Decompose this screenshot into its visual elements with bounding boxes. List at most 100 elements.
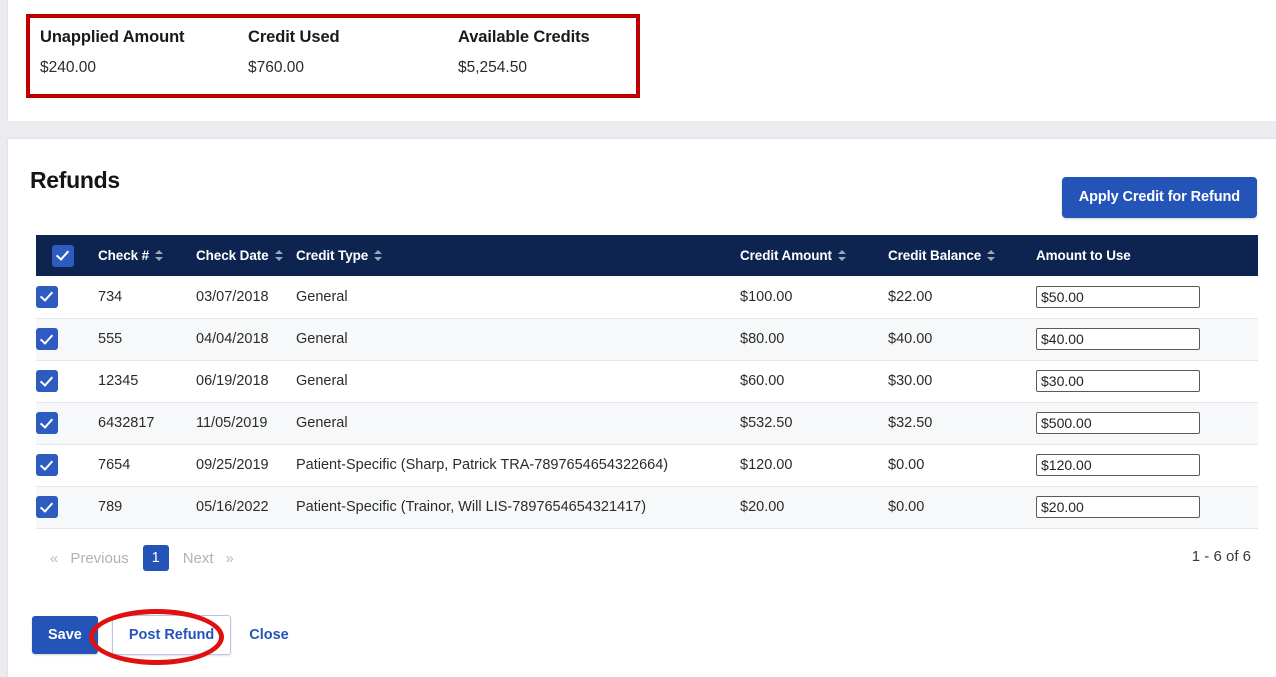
summary-value-credit-used: $760.00	[248, 58, 458, 77]
cell-amount-to-use[interactable]	[1036, 486, 1258, 528]
cell-check-number: 6432817	[98, 402, 196, 444]
row-select-checkbox[interactable]	[36, 370, 58, 392]
row-select-checkbox[interactable]	[36, 328, 58, 350]
page-title: Refunds	[30, 167, 120, 194]
cell-amount-to-use[interactable]	[1036, 276, 1258, 318]
cell-credit-balance: $22.00	[888, 276, 1036, 318]
sort-icon[interactable]	[987, 249, 995, 262]
cell-check-number: 555	[98, 318, 196, 360]
cell-check-date: 11/05/2019	[196, 402, 296, 444]
table-row: 55504/04/2018General$80.00$40.00	[36, 318, 1258, 360]
amount-to-use-input[interactable]	[1036, 412, 1200, 434]
cell-credit-amount: $20.00	[740, 486, 888, 528]
column-header-check-date[interactable]: Check Date	[196, 235, 296, 276]
column-header-credit-balance[interactable]: Credit Balance	[888, 235, 1036, 276]
cell-credit-type: General	[296, 360, 740, 402]
table-header: Check # Check Date Credit Type	[36, 235, 1258, 276]
cell-credit-type: General	[296, 318, 740, 360]
row-select-cell[interactable]	[36, 402, 98, 444]
summary-label-credit-used: Credit Used	[248, 27, 458, 47]
cell-amount-to-use[interactable]	[1036, 318, 1258, 360]
select-all-checkbox[interactable]	[52, 245, 74, 267]
summary-value-available-credits: $5,254.50	[458, 58, 638, 77]
row-select-cell[interactable]	[36, 318, 98, 360]
column-header-select-all[interactable]	[36, 235, 98, 276]
pagination-previous-button[interactable]: Previous	[64, 550, 134, 567]
cell-credit-type: General	[296, 276, 740, 318]
cell-check-date: 03/07/2018	[196, 276, 296, 318]
sort-icon[interactable]	[374, 249, 382, 262]
cell-check-date: 04/04/2018	[196, 318, 296, 360]
summary-metric-available-credits: Available Credits $5,254.50	[458, 27, 638, 77]
column-header-credit-amount-label: Credit Amount	[740, 248, 832, 263]
close-link[interactable]: Close	[249, 627, 289, 643]
cell-check-date: 05/16/2022	[196, 486, 296, 528]
cell-credit-balance: $30.00	[888, 360, 1036, 402]
summary-label-available-credits: Available Credits	[458, 27, 638, 47]
row-select-cell[interactable]	[36, 486, 98, 528]
refunds-table: Check # Check Date Credit Type	[36, 235, 1258, 529]
cell-amount-to-use[interactable]	[1036, 360, 1258, 402]
column-header-check-date-label: Check Date	[196, 248, 269, 263]
apply-credit-for-refund-button[interactable]: Apply Credit for Refund	[1062, 177, 1257, 218]
summary-value-unapplied-amount: $240.00	[40, 58, 248, 77]
summary-label-unapplied-amount: Unapplied Amount	[40, 27, 248, 47]
amount-to-use-input[interactable]	[1036, 370, 1200, 392]
table-row: 1234506/19/2018General$60.00$30.00	[36, 360, 1258, 402]
row-select-checkbox[interactable]	[36, 496, 58, 518]
save-button[interactable]: Save	[32, 616, 98, 654]
row-select-cell[interactable]	[36, 276, 98, 318]
cell-amount-to-use[interactable]	[1036, 402, 1258, 444]
cell-credit-balance: $0.00	[888, 486, 1036, 528]
cell-check-number: 7654	[98, 444, 196, 486]
amount-to-use-input[interactable]	[1036, 454, 1200, 476]
row-select-checkbox[interactable]	[36, 412, 58, 434]
cell-check-date: 06/19/2018	[196, 360, 296, 402]
cell-credit-type: Patient-Specific (Trainor, Will LIS-7897…	[296, 486, 740, 528]
pagination-next-button[interactable]: Next	[177, 550, 220, 567]
row-select-checkbox[interactable]	[36, 286, 58, 308]
column-header-credit-type-label: Credit Type	[296, 248, 368, 263]
row-select-checkbox[interactable]	[36, 454, 58, 476]
cell-credit-balance: $0.00	[888, 444, 1036, 486]
cell-check-number: 12345	[98, 360, 196, 402]
column-header-check-number[interactable]: Check #	[98, 235, 196, 276]
table-row: 643281711/05/2019General$532.50$32.50	[36, 402, 1258, 444]
cell-credit-amount: $120.00	[740, 444, 888, 486]
table-row: 78905/16/2022Patient-Specific (Trainor, …	[36, 486, 1258, 528]
summary-metric-credit-used: Credit Used $760.00	[248, 27, 458, 77]
cell-credit-amount: $532.50	[740, 402, 888, 444]
cell-credit-balance: $40.00	[888, 318, 1036, 360]
row-select-cell[interactable]	[36, 360, 98, 402]
summary-panel: Unapplied Amount $240.00 Credit Used $76…	[8, 0, 1276, 121]
amount-to-use-input[interactable]	[1036, 286, 1200, 308]
refunds-panel: Refunds Apply Credit for Refund Check #	[8, 139, 1276, 677]
cell-credit-amount: $100.00	[740, 276, 888, 318]
amount-to-use-input[interactable]	[1036, 328, 1200, 350]
pagination-page-1[interactable]: 1	[143, 545, 169, 571]
table-body: 73403/07/2018General$100.00$22.0055504/0…	[36, 276, 1258, 528]
summary-metrics: Unapplied Amount $240.00 Credit Used $76…	[40, 27, 640, 77]
cell-credit-balance: $32.50	[888, 402, 1036, 444]
section-divider	[0, 121, 1276, 139]
cell-check-number: 789	[98, 486, 196, 528]
post-refund-button[interactable]: Post Refund	[112, 615, 231, 655]
column-header-check-number-label: Check #	[98, 248, 149, 263]
record-range-label: 1 - 6 of 6	[1192, 548, 1251, 565]
sort-icon[interactable]	[275, 249, 283, 262]
sort-icon[interactable]	[838, 249, 846, 262]
column-header-credit-amount[interactable]: Credit Amount	[740, 235, 888, 276]
column-header-credit-balance-label: Credit Balance	[888, 248, 981, 263]
amount-to-use-input[interactable]	[1036, 496, 1200, 518]
column-header-credit-type[interactable]: Credit Type	[296, 235, 740, 276]
pagination-first-arrow[interactable]: «	[44, 550, 64, 567]
table-header-row: Check # Check Date Credit Type	[36, 235, 1258, 276]
cell-amount-to-use[interactable]	[1036, 444, 1258, 486]
table-row: 765409/25/2019Patient-Specific (Sharp, P…	[36, 444, 1258, 486]
cell-check-date: 09/25/2019	[196, 444, 296, 486]
pagination-last-arrow[interactable]: »	[220, 550, 240, 567]
column-header-amount-to-use: Amount to Use	[1036, 235, 1258, 276]
row-select-cell[interactable]	[36, 444, 98, 486]
summary-metric-unapplied-amount: Unapplied Amount $240.00	[40, 27, 248, 77]
sort-icon[interactable]	[155, 249, 163, 262]
